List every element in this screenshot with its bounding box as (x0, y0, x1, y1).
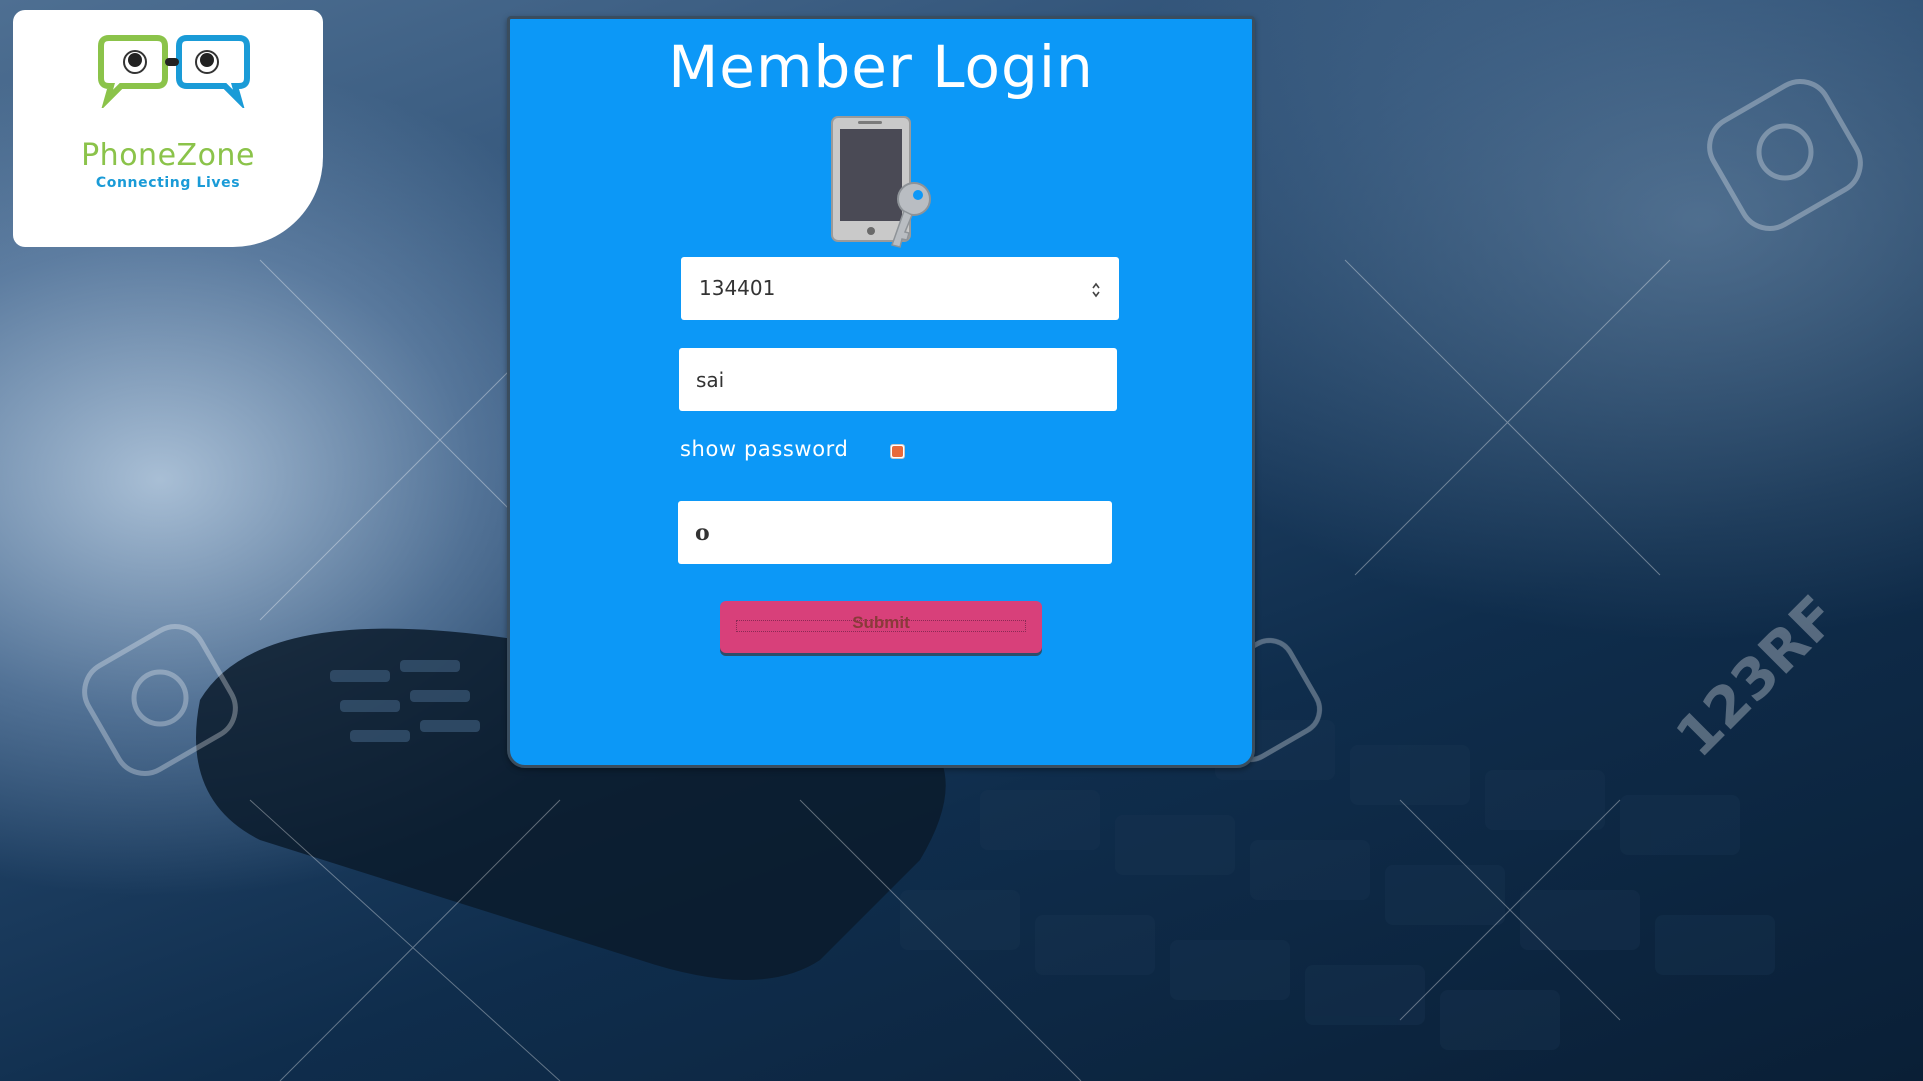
checkbox-checked-indicator (892, 446, 903, 457)
svg-text:123RF: 123RF (1664, 584, 1850, 770)
show-password-checkbox[interactable] (890, 444, 905, 459)
submit-button[interactable]: Submit (720, 601, 1042, 653)
member-id-field[interactable]: 134401 (681, 257, 1119, 320)
brand-logo-card: PhoneZone Connecting Lives (13, 10, 323, 247)
member-id-value: 134401 (699, 276, 776, 300)
brand-tagline: Connecting Lives (95, 175, 241, 191)
password-field[interactable] (678, 501, 1112, 564)
show-password-label: show password (680, 437, 849, 461)
submit-label: Submit (852, 613, 910, 632)
brand-name: PhoneZone (81, 138, 255, 173)
page-title: Member Login (668, 33, 1094, 101)
number-spinner-icon[interactable] (1091, 281, 1101, 299)
chat-bubbles-eyes-icon (98, 35, 250, 108)
member-login-panel: Member Login 134401 show password Submit (507, 16, 1255, 768)
name-field[interactable] (679, 348, 1117, 411)
phone-key-icon (831, 116, 931, 248)
